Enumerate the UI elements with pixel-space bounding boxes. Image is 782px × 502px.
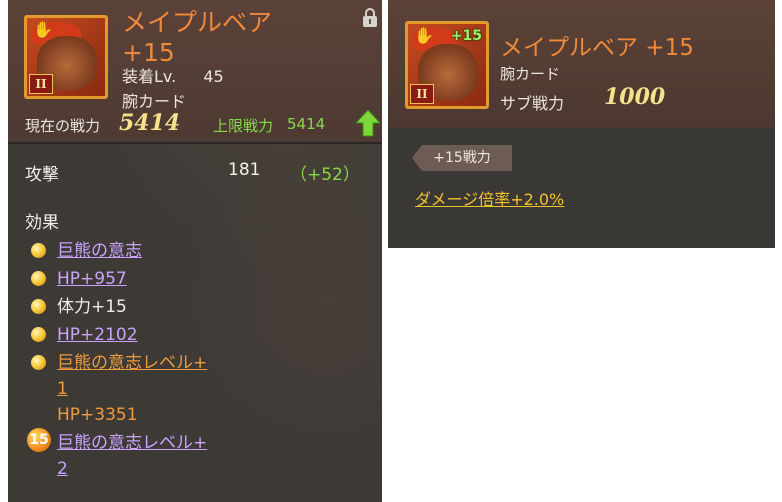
card-type: 腕カード <box>500 65 561 83</box>
card-title: メイプルベア +15 <box>500 35 694 61</box>
effect-label: HP+3351 <box>57 405 138 425</box>
card-summary-panel: ✋ +15 II メイプルベア +15 腕カード サブ戦力 1000 +15戦力… <box>388 0 775 248</box>
effect-label[interactable]: 1 <box>57 378 68 400</box>
effect-label[interactable]: 巨熊の意志レベル+ <box>57 432 207 454</box>
effect-label[interactable]: 巨熊の意志レベル+ <box>57 352 207 374</box>
summary-header: ✋ +15 II メイプルベア +15 腕カード サブ戦力 1000 <box>388 0 775 128</box>
hand-icon: ✋ <box>414 26 434 45</box>
effect-label[interactable]: HP+2102 <box>57 324 138 346</box>
sub-power-value: 1000 <box>604 84 666 110</box>
effect-label: 体力+15 <box>57 297 127 317</box>
power-tag: +15戦力 <box>412 145 512 171</box>
stat-bonus: （+52） <box>290 165 360 185</box>
damage-bonus[interactable]: ダメージ倍率+2.0% <box>415 186 564 210</box>
card-type: 腕カード <box>122 92 187 111</box>
limit-power-label: 上限戦力 <box>213 117 274 135</box>
arrow-up-icon[interactable] <box>355 108 381 138</box>
stat-value: 181 <box>228 160 261 180</box>
gold-coin-icon <box>31 271 46 286</box>
rank-badge: II <box>29 74 53 94</box>
effects-title: 効果 <box>25 213 59 233</box>
plus-level-badge: +15 <box>450 28 482 44</box>
effect-label[interactable]: 2 <box>57 458 68 480</box>
lock-icon[interactable] <box>362 8 378 28</box>
level-badge-icon: 15 <box>27 428 51 452</box>
card-header: ✋ II メイプルベア +15 装着Lv. 45 腕カード 現在の戦力 5414… <box>8 0 382 142</box>
card-portrait[interactable]: ✋ +15 II <box>405 21 489 109</box>
card-detail-panel: ✋ II メイプルベア +15 装着Lv. 45 腕カード 現在の戦力 5414… <box>8 0 382 502</box>
gold-coin-icon <box>31 327 46 342</box>
effect-label[interactable]: 巨熊の意志 <box>57 240 142 262</box>
stat-name: 攻撃 <box>25 165 59 185</box>
divider <box>8 142 382 144</box>
rank-badge: II <box>410 84 434 104</box>
limit-power-value: 5414 <box>287 115 326 133</box>
effect-label[interactable]: HP+957 <box>57 268 127 290</box>
sub-power-label: サブ戦力 <box>500 94 565 113</box>
current-power-value: 5414 <box>119 110 181 136</box>
equip-level-value: 45 <box>203 67 224 86</box>
gold-coin-icon <box>31 243 46 258</box>
card-title: メイプルベア +15 <box>122 8 322 68</box>
attack-stat-row: 攻撃 181 （+52） <box>25 160 365 185</box>
current-power-label: 現在の戦力 <box>25 117 101 135</box>
equip-level-label: 装着Lv. <box>122 67 177 86</box>
power-row: 現在の戦力 5414 上限戦力 5414 <box>25 109 381 138</box>
card-name: メイプルベア <box>122 8 273 37</box>
gold-coin-icon <box>31 355 46 370</box>
card-portrait[interactable]: ✋ II <box>24 15 108 99</box>
hand-icon: ✋ <box>33 20 53 39</box>
equip-level-row: 装着Lv. 45 <box>122 63 224 87</box>
gold-coin-icon <box>31 299 46 314</box>
